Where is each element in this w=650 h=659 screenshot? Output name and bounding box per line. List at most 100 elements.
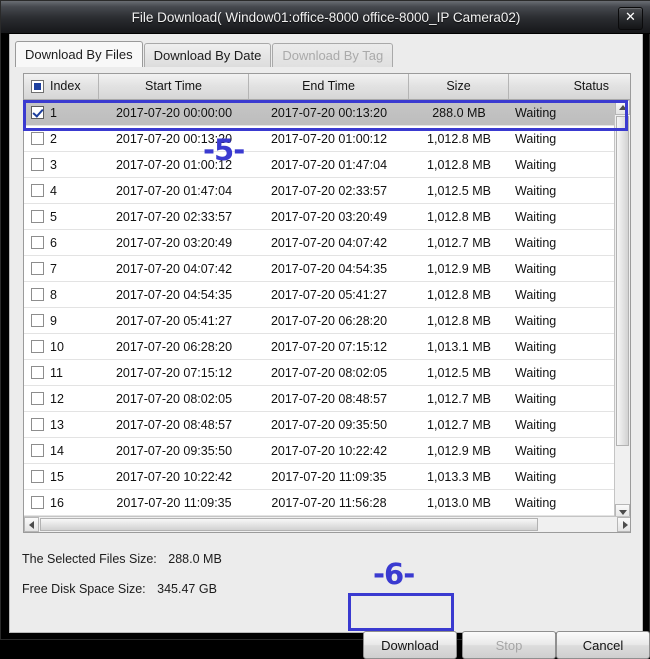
- table-rows: 1 2017-07-20 00:00:00 2017-07-20 00:13:20 2…: [24, 100, 616, 519]
- cell-size: 1,012.8 MB: [427, 131, 491, 146]
- cell-status: Waiting: [515, 183, 557, 198]
- title-bar: File Download( Window01:office-8000 offi…: [1, 1, 650, 34]
- vertical-scrollbar-thumb[interactable]: [616, 116, 629, 446]
- table-row[interactable]: 3 2017-07-20 01:00:12 2017-07-20 01:47:04 1…: [24, 152, 616, 178]
- tab-download-by-tag: Download By Tag: [272, 43, 394, 67]
- table-header: Index Start Time End Time Size Status: [24, 74, 630, 100]
- column-header-end-time[interactable]: End Time: [249, 74, 409, 99]
- table-row[interactable]: 1 2017-07-20 00:00:00 2017-07-20 00:13:20 2…: [24, 100, 616, 126]
- tab-label: Download By Files: [25, 47, 133, 62]
- table-row[interactable]: 15 2017-07-20 10:22:42 2017-07-20 11:09:35…: [24, 464, 616, 490]
- cell-start-time: 2017-07-20 06:28:20: [115, 339, 233, 354]
- cell-size: 1,012.9 MB: [427, 261, 491, 276]
- download-button[interactable]: Download: [363, 631, 457, 659]
- cell-end-time: 2017-07-20 10:22:42: [270, 443, 388, 458]
- table-row[interactable]: 16 2017-07-20 11:09:35 2017-07-20 11:56:28…: [24, 490, 616, 516]
- triangle-left-icon: [28, 520, 34, 529]
- cell-size: 1,013.3 MB: [427, 469, 491, 484]
- row-checkbox[interactable]: [31, 262, 44, 275]
- cell-status: Waiting: [515, 443, 557, 458]
- row-checkbox[interactable]: [31, 340, 44, 353]
- table-row[interactable]: 4 2017-07-20 01:47:04 2017-07-20 02:33:57 1…: [24, 178, 616, 204]
- cell-end-time: 2017-07-20 04:07:42: [270, 235, 388, 250]
- cell-status: Waiting: [515, 261, 557, 276]
- row-checkbox[interactable]: [31, 314, 44, 327]
- cell-end-time: 2017-07-20 06:28:20: [270, 313, 388, 328]
- table-row[interactable]: 11 2017-07-20 07:15:12 2017-07-20 08:02:05…: [24, 360, 616, 386]
- row-checkbox[interactable]: [31, 210, 44, 223]
- cell-status: Waiting: [515, 209, 557, 224]
- cancel-button[interactable]: Cancel: [556, 631, 650, 659]
- cell-end-time: 2017-07-20 08:48:57: [270, 391, 388, 406]
- row-checkbox[interactable]: [31, 392, 44, 405]
- close-button[interactable]: ✕: [618, 7, 643, 30]
- table-row[interactable]: 12 2017-07-20 08:02:05 2017-07-20 08:48:57…: [24, 386, 616, 412]
- row-checkbox[interactable]: [31, 236, 44, 249]
- cell-start-time: 2017-07-20 04:07:42: [115, 261, 233, 276]
- table-row[interactable]: 14 2017-07-20 09:35:50 2017-07-20 10:22:42…: [24, 438, 616, 464]
- table-row[interactable]: 7 2017-07-20 04:07:42 2017-07-20 04:54:35 1…: [24, 256, 616, 282]
- cell-size: 1,012.7 MB: [427, 235, 491, 250]
- cell-status: Waiting: [515, 417, 557, 432]
- cell-start-time: 2017-07-20 05:41:27: [115, 313, 233, 328]
- table-row[interactable]: 5 2017-07-20 02:33:57 2017-07-20 03:20:49 1…: [24, 204, 616, 230]
- cell-end-time: 2017-07-20 11:09:35: [271, 469, 387, 484]
- row-checkbox[interactable]: [31, 470, 44, 483]
- table-row[interactable]: 8 2017-07-20 04:54:35 2017-07-20 05:41:27 1…: [24, 282, 616, 308]
- tab-download-by-date[interactable]: Download By Date: [143, 43, 272, 67]
- table-row[interactable]: 10 2017-07-20 06:28:20 2017-07-20 07:15:12…: [24, 334, 616, 360]
- tab-download-by-files[interactable]: Download By Files: [15, 41, 143, 67]
- row-checkbox[interactable]: [31, 132, 44, 145]
- horizontal-scrollbar[interactable]: [24, 516, 630, 532]
- triangle-up-icon: [618, 104, 627, 110]
- cell-end-time: 2017-07-20 05:41:27: [270, 287, 388, 302]
- cell-size: 1,012.7 MB: [427, 391, 491, 406]
- row-checkbox[interactable]: [31, 184, 44, 197]
- horizontal-scrollbar-thumb[interactable]: [40, 518, 538, 531]
- row-checkbox[interactable]: [31, 158, 44, 171]
- row-checkbox[interactable]: [31, 496, 44, 509]
- cell-start-time: 2017-07-20 07:15:12: [115, 365, 233, 380]
- table-row[interactable]: 13 2017-07-20 08:48:57 2017-07-20 09:35:50…: [24, 412, 616, 438]
- scroll-right-button[interactable]: [617, 517, 630, 532]
- vertical-scrollbar[interactable]: [614, 100, 630, 519]
- tab-label: Download By Tag: [282, 48, 384, 63]
- scroll-left-button[interactable]: [24, 517, 39, 532]
- row-checkbox[interactable]: [31, 288, 44, 301]
- cell-end-time: 2017-07-20 08:02:05: [270, 365, 388, 380]
- column-header-status[interactable]: Status: [509, 74, 615, 99]
- free-disk-space-label: Free Disk Space Size:: [22, 582, 146, 596]
- selected-files-size: The Selected Files Size: 288.0 MB: [22, 552, 222, 566]
- table-row[interactable]: 2 2017-07-20 00:13:20 2017-07-20 01:00:12 1…: [24, 126, 616, 152]
- cell-status: Waiting: [515, 469, 557, 484]
- row-checkbox[interactable]: [31, 444, 44, 457]
- cell-size: 1,012.8 MB: [427, 313, 491, 328]
- cell-start-time: 2017-07-20 02:33:57: [115, 209, 233, 224]
- stop-button: Stop: [462, 631, 556, 659]
- cell-end-time: 2017-07-20 03:20:49: [270, 209, 388, 224]
- row-checkbox[interactable]: [31, 106, 44, 119]
- dialog-body: Download By Files Download By Date Downl…: [9, 34, 650, 659]
- cell-status: Waiting: [515, 391, 557, 406]
- free-disk-space-value: 345.47 GB: [157, 582, 217, 596]
- cell-status: Waiting: [515, 339, 557, 354]
- close-icon: ✕: [625, 10, 636, 25]
- table-row[interactable]: 9 2017-07-20 05:41:27 2017-07-20 06:28:20 1…: [24, 308, 616, 334]
- cell-start-time: 2017-07-20 09:35:50: [115, 443, 233, 458]
- row-checkbox[interactable]: [31, 418, 44, 431]
- cell-status: Waiting: [515, 157, 557, 172]
- row-checkbox[interactable]: [31, 366, 44, 379]
- scroll-up-button[interactable]: [615, 100, 630, 115]
- column-header-size[interactable]: Size: [409, 74, 509, 99]
- cell-size: 1,012.7 MB: [427, 417, 491, 432]
- table-row[interactable]: 6 2017-07-20 03:20:49 2017-07-20 04:07:42 1…: [24, 230, 616, 256]
- cell-start-time: 2017-07-20 10:22:42: [115, 469, 233, 484]
- cell-end-time: 2017-07-20 02:33:57: [270, 183, 388, 198]
- cell-end-time: 2017-07-20 07:15:12: [270, 339, 388, 354]
- column-header-start-time[interactable]: Start Time: [99, 74, 249, 99]
- cell-status: Waiting: [515, 235, 557, 250]
- cell-end-time: 2017-07-20 00:13:20: [270, 105, 388, 120]
- cell-start-time: 2017-07-20 01:47:04: [115, 183, 233, 198]
- select-all-checkbox[interactable]: [31, 80, 44, 93]
- cell-status: Waiting: [515, 495, 557, 510]
